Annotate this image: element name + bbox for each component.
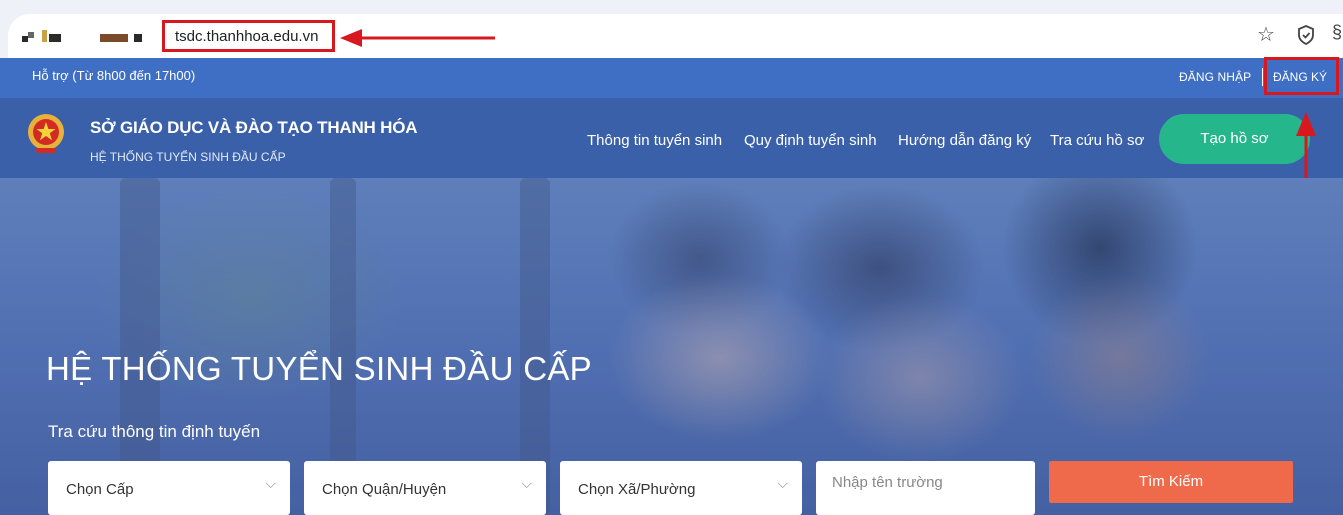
- create-profile-button[interactable]: Tạo hồ sơ: [1159, 114, 1310, 164]
- select-district-value: Chọn Quận/Huyện: [322, 481, 447, 498]
- org-subtitle: HỆ THỐNG TUYỂN SINH ĐẦU CẤP: [90, 150, 286, 164]
- nav-admission-rules[interactable]: Quy định tuyển sinh: [744, 132, 877, 149]
- nav-registration-guide[interactable]: Hướng dẫn đăng ký: [898, 132, 1031, 149]
- login-link[interactable]: ĐĂNG NHẬP: [1179, 70, 1251, 84]
- select-ward[interactable]: Chọn Xã/Phường ⌵: [560, 461, 802, 515]
- support-hours: Hỗ trợ (Từ 8h00 đến 17h00): [32, 68, 196, 83]
- select-district[interactable]: Chọn Quận/Huyện ⌵: [304, 461, 546, 515]
- search-button[interactable]: Tìm Kiếm: [1049, 461, 1293, 503]
- extensions-icon[interactable]: §: [1332, 22, 1342, 43]
- select-level[interactable]: Chọn Cấp ⌵: [48, 461, 290, 515]
- redacted-tabs: [22, 28, 172, 44]
- hero-subtitle: Tra cứu thông tin định tuyến: [48, 422, 261, 441]
- school-name-input[interactable]: [816, 461, 1035, 515]
- top-strip: Hỗ trợ (Từ 8h00 đến 17h00) ĐĂNG NHẬP ĐĂN…: [0, 58, 1343, 98]
- register-highlight-box: [1264, 57, 1339, 95]
- chevron-down-icon: ⌵: [521, 475, 532, 491]
- nav-admission-info[interactable]: Thông tin tuyển sinh: [587, 132, 722, 149]
- url-highlight-box: tsdc.thanhhoa.edu.vn: [162, 20, 335, 52]
- divider: [1262, 68, 1263, 86]
- national-emblem-icon[interactable]: [26, 112, 66, 156]
- chevron-down-icon: ⌵: [777, 475, 788, 491]
- site-header: SỞ GIÁO DỤC VÀ ĐÀO TẠO THANH HÓA HỆ THỐN…: [0, 98, 1343, 178]
- star-icon[interactable]: ☆: [1255, 24, 1277, 46]
- select-level-value: Chọn Cấp: [66, 481, 134, 498]
- browser-toolbar: tsdc.thanhhoa.edu.vn ☆ §: [0, 0, 1343, 58]
- org-title[interactable]: SỞ GIÁO DỤC VÀ ĐÀO TẠO THANH HÓA: [90, 118, 418, 138]
- chevron-down-icon: ⌵: [265, 475, 276, 491]
- url-text[interactable]: tsdc.thanhhoa.edu.vn: [175, 28, 318, 45]
- hero-title: HỆ THỐNG TUYỂN SINH ĐẦU CẤP: [46, 350, 592, 387]
- hero-banner: HỆ THỐNG TUYỂN SINH ĐẦU CẤP Tra cứu thôn…: [0, 178, 1343, 515]
- select-ward-value: Chọn Xã/Phường: [578, 481, 696, 498]
- nav-lookup-profile[interactable]: Tra cứu hồ sơ: [1050, 132, 1144, 149]
- shield-icon[interactable]: [1295, 24, 1317, 46]
- annotation-arrow-left-icon: [340, 29, 495, 47]
